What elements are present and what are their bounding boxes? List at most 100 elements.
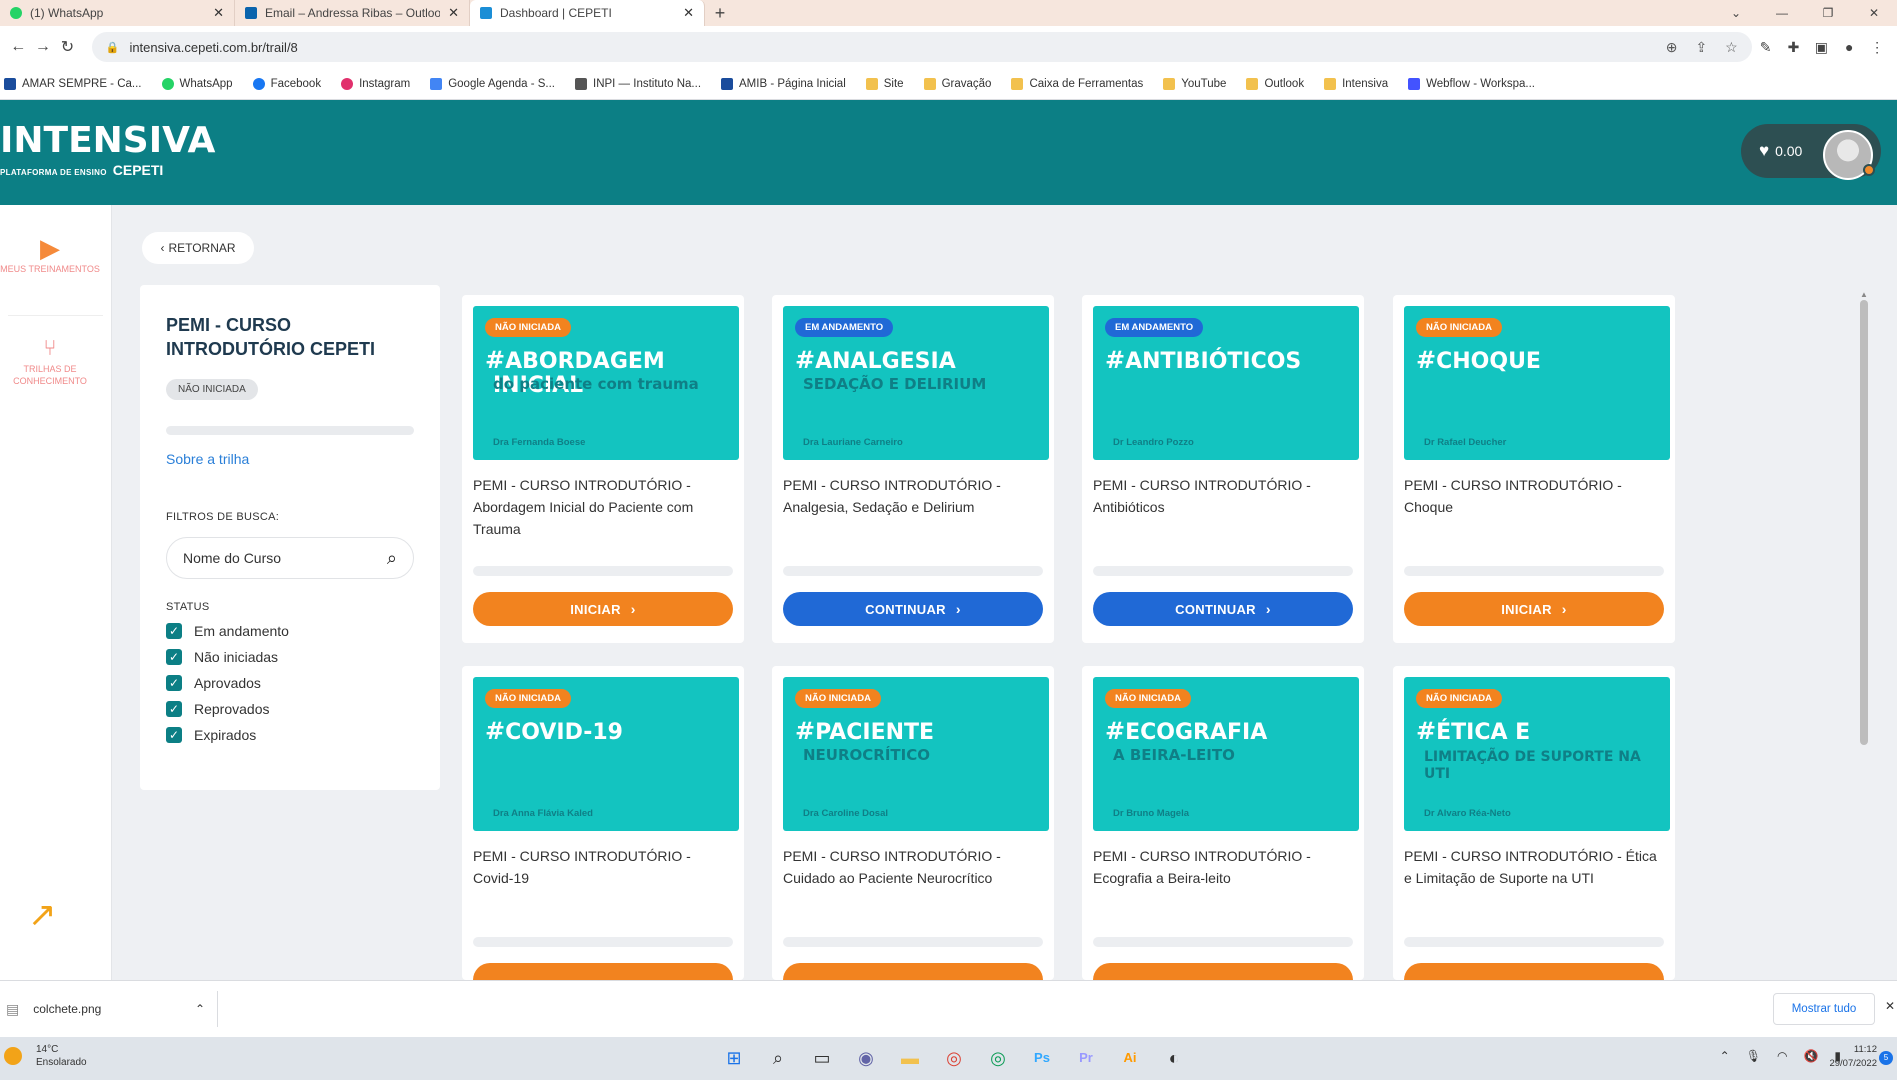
course-card[interactable]: NÃO INICIADA #PACIENTE NEUROCRÍTICO Dra … — [772, 666, 1054, 980]
course-thumbnail[interactable]: NÃO INICIADA #COVID-19 Dra Anna Flávia K… — [473, 677, 739, 831]
close-icon[interactable]: ✕ — [448, 5, 459, 21]
bookmark[interactable]: WhatsApp — [161, 77, 233, 90]
chevron-up-icon[interactable]: ⌃ — [1720, 1049, 1730, 1063]
back-button[interactable]: ‹ RETORNAR — [142, 232, 254, 264]
wifi-icon[interactable]: ◠ — [1777, 1049, 1787, 1063]
start-button[interactable]: INICIAR › — [1404, 592, 1664, 626]
course-card[interactable]: NÃO INICIADA #ABORDAGEM INICIAL do pacie… — [462, 295, 744, 643]
clock[interactable]: 11:12 29/07/2022 — [1829, 1043, 1877, 1071]
task-view-icon[interactable]: ▭ — [800, 1043, 844, 1073]
checkbox-checked-icon[interactable]: ✓ — [166, 649, 182, 665]
course-thumbnail[interactable]: NÃO INICIADA #CHOQUE Dr Rafael Deucher — [1404, 306, 1670, 460]
tab-outlook[interactable]: Email – Andressa Ribas – Outlook ✕ — [235, 0, 470, 26]
bookmark[interactable]: Facebook — [252, 77, 321, 90]
sidepanel-icon[interactable]: ▣ — [1807, 39, 1835, 56]
bookmark-folder[interactable]: Site — [865, 77, 904, 90]
status-checkbox-nao-iniciadas[interactable]: ✓ Não iniciadas — [166, 649, 414, 665]
continue-button[interactable]: CONTINUAR › — [783, 592, 1043, 626]
volume-icon[interactable]: 🔇 — [1803, 1049, 1818, 1063]
course-card[interactable]: EM ANDAMENTO #ANTIBIÓTICOS Dr Leandro Po… — [1082, 295, 1364, 643]
show-all-button[interactable]: Mostrar tudo — [1773, 993, 1875, 1025]
checkbox-checked-icon[interactable]: ✓ — [166, 623, 182, 639]
new-tab-button[interactable]: + — [705, 0, 735, 26]
chrome-icon[interactable]: ◎ — [932, 1043, 976, 1073]
photoshop-icon[interactable]: Ps — [1020, 1043, 1064, 1073]
close-icon[interactable]: ✕ — [683, 5, 694, 21]
zoom-icon[interactable]: ⊕ — [1666, 39, 1678, 56]
status-checkbox-reprovados[interactable]: ✓ Reprovados — [166, 701, 414, 717]
windows-start-icon[interactable]: ⊞ — [712, 1043, 756, 1073]
rail-item-trilhas[interactable]: ⑂ TRILHAS DE CONHECIMENTO — [0, 333, 100, 387]
back-arrow-icon[interactable]: ← — [6, 38, 31, 56]
bookmark-folder[interactable]: YouTube — [1163, 77, 1226, 90]
microphone-icon[interactable]: 🎙 — [1746, 1049, 1761, 1063]
start-button[interactable] — [1093, 963, 1353, 980]
course-card[interactable]: NÃO INICIADA #ECOGRAFIA A BEIRA-LEITO Dr… — [1082, 666, 1364, 980]
course-card[interactable]: NÃO INICIADA #COVID-19 Dra Anna Flávia K… — [462, 666, 744, 980]
start-button[interactable] — [1404, 963, 1664, 980]
wallet-balance[interactable]: ♥ 0.00 — [1741, 124, 1881, 180]
page-scrollbar[interactable]: ▲ — [1858, 290, 1870, 980]
share-icon[interactable]: ⇪ — [1695, 39, 1707, 56]
course-thumbnail[interactable]: NÃO INICIADA #ÉTICA E LIMITAÇÃO DE SUPOR… — [1404, 677, 1670, 831]
start-button[interactable]: INICIAR › — [473, 592, 733, 626]
chevron-up-icon[interactable]: ⌃ — [195, 1002, 205, 1016]
bookmark-folder[interactable]: Intensiva — [1324, 77, 1388, 90]
course-card[interactable]: NÃO INICIADA #CHOQUE Dr Rafael Deucher P… — [1393, 295, 1675, 643]
checkbox-checked-icon[interactable]: ✓ — [166, 727, 182, 743]
close-icon[interactable]: ✕ — [213, 5, 224, 21]
course-thumbnail[interactable]: NÃO INICIADA #PACIENTE NEUROCRÍTICO Dra … — [783, 677, 1049, 831]
scrollbar-thumb[interactable] — [1860, 300, 1868, 745]
chevron-down-icon[interactable]: ⌄ — [1713, 6, 1759, 20]
forward-arrow-icon[interactable]: → — [31, 38, 56, 56]
app-icon[interactable]: ◐ — [1152, 1043, 1196, 1073]
star-icon[interactable]: ☆ — [1725, 39, 1738, 56]
course-card[interactable]: NÃO INICIADA #ÉTICA E LIMITAÇÃO DE SUPOR… — [1393, 666, 1675, 980]
platform-icon[interactable]: ↗ — [28, 895, 57, 935]
weather-widget[interactable]: 14°C Ensolarado — [4, 1043, 87, 1069]
course-thumbnail[interactable]: EM ANDAMENTO #ANTIBIÓTICOS Dr Leandro Po… — [1093, 306, 1359, 460]
bookmark[interactable]: Instagram — [341, 77, 410, 90]
course-thumbnail[interactable]: EM ANDAMENTO #ANALGESIA SEDAÇÃO E DELIRI… — [783, 306, 1049, 460]
course-thumbnail[interactable]: NÃO INICIADA #ECOGRAFIA A BEIRA-LEITO Dr… — [1093, 677, 1359, 831]
bookmark-folder[interactable]: Gravação — [923, 77, 991, 90]
status-checkbox-em-andamento[interactable]: ✓ Em andamento — [166, 623, 414, 639]
profile-icon[interactable]: ● — [1835, 39, 1863, 55]
bookmark[interactable]: AMAR SEMPRE - Ca... — [4, 77, 142, 90]
url-input[interactable]: 🔒 intensiva.cepeti.com.br/trail/8 ⊕ ⇪ ☆ — [91, 32, 1752, 62]
status-checkbox-aprovados[interactable]: ✓ Aprovados — [166, 675, 414, 691]
bookmark[interactable]: Google Agenda - S... — [430, 77, 555, 90]
about-trail-link[interactable]: Sobre a trilha — [166, 451, 414, 467]
rail-item-meus-treinamentos[interactable]: ▶ MEUS TREINAMENTOS — [0, 233, 100, 275]
chrome-profile-icon[interactable]: ◎ — [976, 1043, 1020, 1073]
close-window-button[interactable]: ✕ — [1851, 6, 1897, 20]
extensions-icon[interactable]: ✚ — [1780, 39, 1808, 56]
tab-whatsapp[interactable]: (1) WhatsApp ✕ — [0, 0, 235, 26]
illustrator-icon[interactable]: Ai — [1108, 1043, 1152, 1073]
start-button[interactable] — [473, 963, 733, 980]
checkbox-checked-icon[interactable]: ✓ — [166, 701, 182, 717]
menu-icon[interactable]: ⋮ — [1863, 39, 1891, 56]
bookmark[interactable]: Webflow - Workspa... — [1408, 77, 1535, 90]
scroll-up-icon[interactable]: ▲ — [1860, 290, 1868, 299]
pen-icon[interactable]: ✎ — [1752, 39, 1780, 56]
checkbox-checked-icon[interactable]: ✓ — [166, 675, 182, 691]
course-thumbnail[interactable]: NÃO INICIADA #ABORDAGEM INICIAL do pacie… — [473, 306, 739, 460]
chat-icon[interactable]: ◉ — [844, 1043, 888, 1073]
premiere-icon[interactable]: Pr — [1064, 1043, 1108, 1073]
lock-icon[interactable]: 🔒 — [106, 41, 120, 54]
restore-button[interactable]: ❐ — [1805, 6, 1851, 20]
bookmark-folder[interactable]: Caixa de Ferramentas — [1011, 77, 1143, 90]
bookmark[interactable]: INPI — Instituto Na... — [575, 77, 701, 90]
continue-button[interactable]: CONTINUAR › — [1093, 592, 1353, 626]
notification-badge[interactable]: 5 — [1879, 1051, 1893, 1065]
status-checkbox-expirados[interactable]: ✓ Expirados — [166, 727, 414, 743]
tab-dashboard[interactable]: Dashboard | CEPETI ✕ — [470, 0, 705, 26]
file-explorer-icon[interactable]: ▬ — [888, 1043, 932, 1073]
download-item[interactable]: ▤ colchete.png ⌃ — [6, 991, 218, 1027]
intensiva-logo[interactable]: INTENSIVA PLATAFORMA DE ENSINO CEPETI — [0, 122, 215, 179]
bookmark-folder[interactable]: Outlook — [1246, 77, 1304, 90]
start-button[interactable] — [783, 963, 1043, 980]
search-icon[interactable]: ⌕ — [756, 1043, 800, 1073]
close-icon[interactable]: ✕ — [1885, 999, 1895, 1013]
